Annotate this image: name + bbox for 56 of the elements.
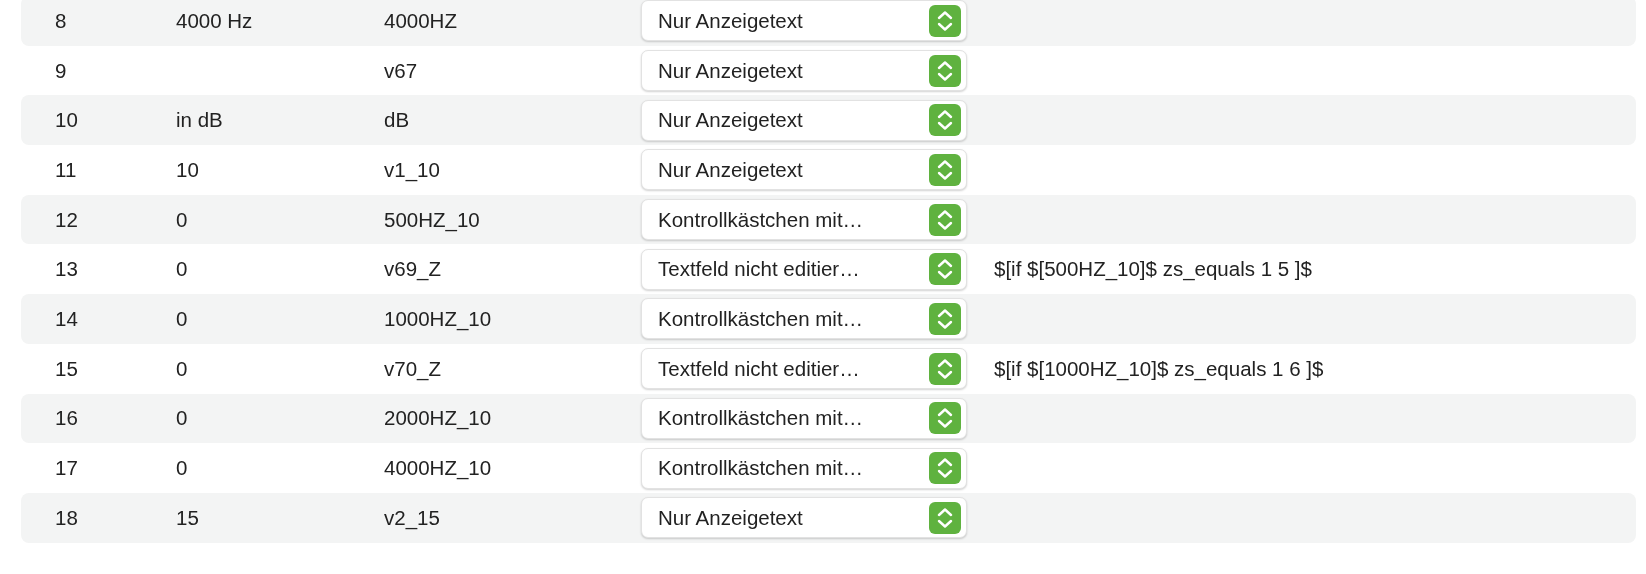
row-number: 11 [54,157,78,182]
stepper-icon [929,352,961,385]
row-number: 16 [54,406,79,431]
variable-cell-text: 1000HZ_10 [384,306,493,331]
type-popup[interactable]: Nur Anzeigetext [641,0,967,42]
variable-cell-text: v69_Z [384,257,442,282]
formula-cell-text: $[if $[500HZ_10]$ zs_equals 1 5 ]$ [993,257,1313,282]
variable-cell-text: 500HZ_10 [384,207,481,232]
label-cell-text: 0 [176,207,189,232]
stepper-icon [929,253,961,286]
type-popup[interactable]: Kontrollkästchen mit… [641,199,967,241]
row-number: 15 [54,356,79,381]
row-number: 13 [54,257,79,282]
type-popup[interactable]: Nur Anzeigetext [641,99,967,141]
stepper-icon [929,501,961,534]
label-cell-text: 0 [176,257,189,282]
formula-cell-text: $[if $[1000HZ_10]$ zs_equals 1 6 ]$ [993,356,1325,381]
label-cell-text: in dB [176,108,224,133]
row-number: 12 [54,207,79,232]
type-popup[interactable]: Kontrollkästchen mit… [641,447,967,489]
label-cell-text: 0 [176,356,189,381]
row-number: 9 [54,58,68,83]
label-cell-text: 10 [176,157,200,182]
label-cell-text: 0 [176,406,189,431]
type-popup[interactable]: Textfeld nicht editier… [641,248,967,290]
label-cell-text: 15 [176,505,200,530]
variable-cell-text: 4000HZ [384,8,458,33]
stepper-icon [929,104,961,137]
stepper-icon [929,402,961,435]
label-cell-text: 4000 Hz [176,8,254,33]
variable-cell-text: v2_15 [384,505,441,530]
stepper-icon [929,4,961,37]
variable-cell-text: 4000HZ_10 [384,456,493,481]
row-number: 10 [54,108,79,133]
stepper-icon [929,302,961,335]
row-number: 14 [54,306,79,331]
variable-cell-text: 2000HZ_10 [384,406,493,431]
variable-cell-text: v70_Z [384,356,442,381]
stepper-icon [929,54,961,87]
type-popup[interactable]: Kontrollkästchen mit… [641,298,967,340]
variable-cell-text: v67 [384,58,419,83]
row-number: 18 [54,505,79,530]
stepper-icon [929,203,961,236]
row-number: 8 [54,8,68,33]
type-popup[interactable]: Kontrollkästchen mit… [641,397,967,439]
row-number: 17 [54,456,79,481]
label-cell-text: 0 [176,306,189,331]
type-popup[interactable]: Nur Anzeigetext [641,149,967,191]
stepper-icon [929,153,961,186]
type-popup[interactable]: Nur Anzeigetext [641,497,967,539]
type-popup[interactable]: Textfeld nicht editier… [641,348,967,390]
label-cell-text: 0 [176,456,189,481]
variable-cell-text: v1_10 [384,157,441,182]
stepper-icon [929,452,961,485]
variable-cell-text: dB [384,108,411,133]
type-popup[interactable]: Nur Anzeigetext [641,50,967,92]
